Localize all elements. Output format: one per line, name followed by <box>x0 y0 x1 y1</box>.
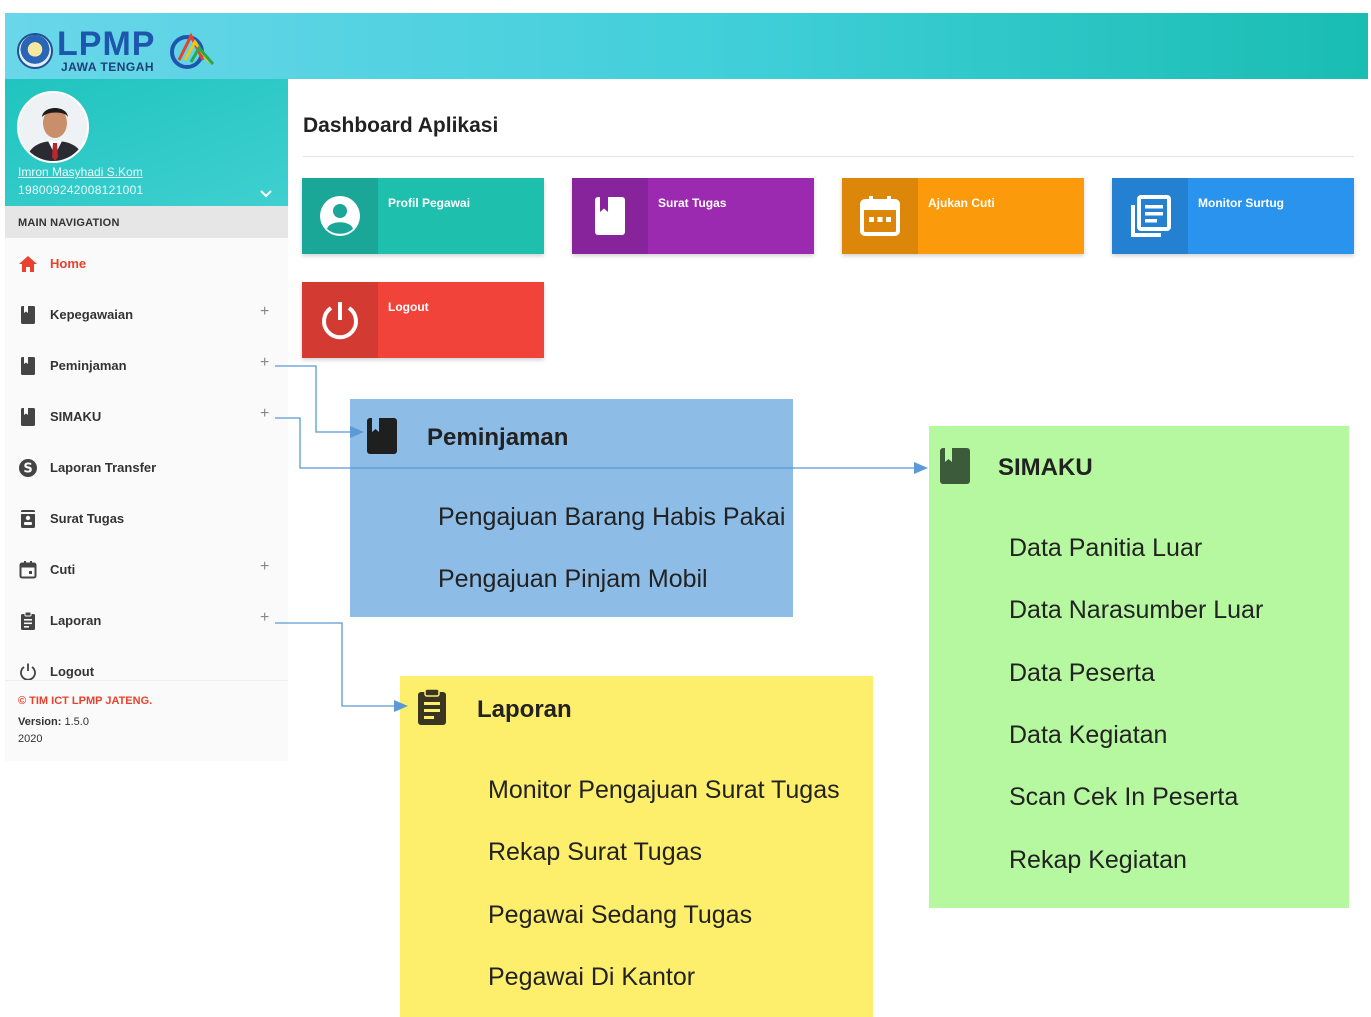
tile-ajukan-cuti[interactable]: Ajukan Cuti <box>842 178 1084 254</box>
callout-menu-item[interactable]: Scan Cek In Peserta <box>1009 783 1238 812</box>
callout-title: Peminjaman <box>427 424 569 451</box>
sidebar-item-label: Laporan Transfer <box>50 460 157 475</box>
callout-menu-item[interactable]: Pengajuan Pinjam Mobil <box>438 565 708 594</box>
app-logo[interactable]: LPMP JAWA TENGAH <box>17 25 217 74</box>
user-circle-icon <box>320 196 360 236</box>
callout-menu-item[interactable]: Rekap Kegiatan <box>1009 846 1187 875</box>
user-panel: Imron Masyhadi S.Kom 198009242008121001 <box>5 79 288 206</box>
tile-profil-pegawai[interactable]: Profil Pegawai <box>302 178 544 254</box>
copyright-year: 2020 <box>18 733 43 745</box>
tile-label: Monitor Surtug <box>1198 196 1284 210</box>
expand-plus-icon[interactable]: + <box>260 609 269 627</box>
callout-simaku: SIMAKU Data Panitia Luar Data Narasumber… <box>929 426 1349 908</box>
callout-title: SIMAKU <box>998 454 1093 481</box>
sidebar-item-home[interactable]: Home <box>5 238 288 288</box>
logo-subtitle: JAWA TENGAH <box>61 60 155 74</box>
sidebar-item-kepegawaian[interactable]: Kepegawaian + <box>5 289 288 339</box>
svg-text:S: S <box>23 462 32 477</box>
page-title: Dashboard Aplikasi <box>303 114 499 137</box>
tile-label: Logout <box>388 300 429 314</box>
tile-icon-box <box>302 178 378 254</box>
sidebar-item-label: Laporan <box>50 613 102 628</box>
expand-plus-icon[interactable]: + <box>260 558 269 576</box>
callout-menu-item[interactable]: Data Panitia Luar <box>1009 534 1202 563</box>
clipboard-icon <box>21 611 35 630</box>
power-icon <box>322 302 358 340</box>
user-name-link[interactable]: Imron Masyhadi S.Kom <box>18 165 143 179</box>
version-value: 1.5.0 <box>64 716 89 728</box>
government-seal-icon <box>17 33 53 69</box>
tile-icon-box <box>302 282 378 358</box>
book-icon <box>21 408 35 426</box>
dollar-icon: S <box>19 459 37 477</box>
callout-menu-item[interactable]: Monitor Pengajuan Surat Tugas <box>488 776 840 805</box>
version-label: Version: <box>18 716 62 728</box>
tile-icon-box <box>1112 178 1188 254</box>
sidebar-item-label: Surat Tugas <box>50 511 125 526</box>
tile-label: Profil Pegawai <box>388 196 471 210</box>
sidebar-item-label: Logout <box>50 664 95 679</box>
contact-card-icon <box>21 510 35 528</box>
sidebar-item-label: Kepegawaian <box>50 307 134 322</box>
sidebar-item-peminjaman[interactable]: Peminjaman + <box>5 340 288 390</box>
callout-peminjaman: Peminjaman Pengajuan Barang Habis Pakai … <box>350 399 793 617</box>
logo-text: LPMP <box>57 25 156 63</box>
bookmark-icon <box>595 197 625 235</box>
book-icon <box>21 306 35 324</box>
laporan-connector <box>275 622 396 707</box>
sidebar-item-label: Peminjaman <box>50 358 127 373</box>
expand-plus-icon[interactable]: + <box>260 405 269 423</box>
avatar[interactable] <box>17 91 89 163</box>
tile-label: Ajukan Cuti <box>928 196 995 210</box>
sidebar-item-label: SIMAKU <box>50 409 102 424</box>
sidebar-footer: © TIM ICT LPMP JATENG. Version: 1.5.0 20… <box>5 680 288 761</box>
sidebar-item-label: Cuti <box>50 562 76 577</box>
tile-icon-box <box>572 178 648 254</box>
top-header: LPMP JAWA TENGAH <box>5 13 1368 79</box>
callout-menu-item[interactable]: Pengajuan Barang Habis Pakai <box>438 503 785 532</box>
callout-menu-item[interactable]: Data Peserta <box>1009 659 1155 688</box>
sidebar: Imron Masyhadi S.Kom 198009242008121001 … <box>5 79 288 761</box>
book-icon <box>367 418 397 454</box>
tile-label: Surat Tugas <box>658 196 727 210</box>
sidebar-item-surat-tugas[interactable]: Surat Tugas <box>5 493 288 543</box>
sidebar-item-laporan[interactable]: Laporan + <box>5 595 288 645</box>
sidebar-item-simaku[interactable]: SIMAKU + <box>5 391 288 441</box>
home-icon <box>19 256 37 272</box>
tile-icon-box <box>842 178 918 254</box>
user-photo-icon <box>19 93 87 161</box>
chevron-down-icon[interactable] <box>258 187 274 201</box>
lpmp-emblem-icon <box>170 32 215 69</box>
sidebar-item-label: Home <box>50 256 87 271</box>
tile-monitor-surtug[interactable]: Monitor Surtug <box>1112 178 1354 254</box>
documents-icon <box>1131 195 1171 237</box>
callout-menu-item[interactable]: Data Kegiatan <box>1009 721 1167 750</box>
power-icon <box>20 663 36 681</box>
callout-menu-item[interactable]: Data Narasumber Luar <box>1009 596 1263 625</box>
copyright-text: © TIM ICT LPMP JATENG. <box>18 695 153 707</box>
tile-logout[interactable]: Logout <box>302 282 544 358</box>
expand-plus-icon[interactable]: + <box>260 303 269 321</box>
book-icon <box>21 357 35 375</box>
callout-laporan: Laporan Monitor Pengajuan Surat Tugas Re… <box>400 676 873 1017</box>
expand-plus-icon[interactable]: + <box>260 354 269 372</box>
calendar-icon <box>860 196 900 236</box>
version-info: Version: 1.5.0 <box>18 716 288 728</box>
callout-menu-item[interactable]: Pegawai Sedang Tugas <box>488 901 752 930</box>
callout-title: Laporan <box>477 696 572 723</box>
book-icon <box>940 448 970 484</box>
user-nip: 198009242008121001 <box>18 183 144 197</box>
title-divider <box>303 156 1354 157</box>
clipboard-icon <box>418 688 446 725</box>
arrow-head-icon <box>914 462 928 474</box>
tile-surat-tugas[interactable]: Surat Tugas <box>572 178 814 254</box>
callout-menu-item[interactable]: Rekap Surat Tugas <box>488 838 702 867</box>
main-navigation-header: MAIN NAVIGATION <box>5 206 288 238</box>
sidebar-item-laporan-transfer[interactable]: S Laporan Transfer <box>5 442 288 492</box>
sidebar-item-cuti[interactable]: Cuti + <box>5 544 288 594</box>
calendar-icon <box>19 561 37 579</box>
callout-menu-item[interactable]: Pegawai Di Kantor <box>488 963 695 992</box>
